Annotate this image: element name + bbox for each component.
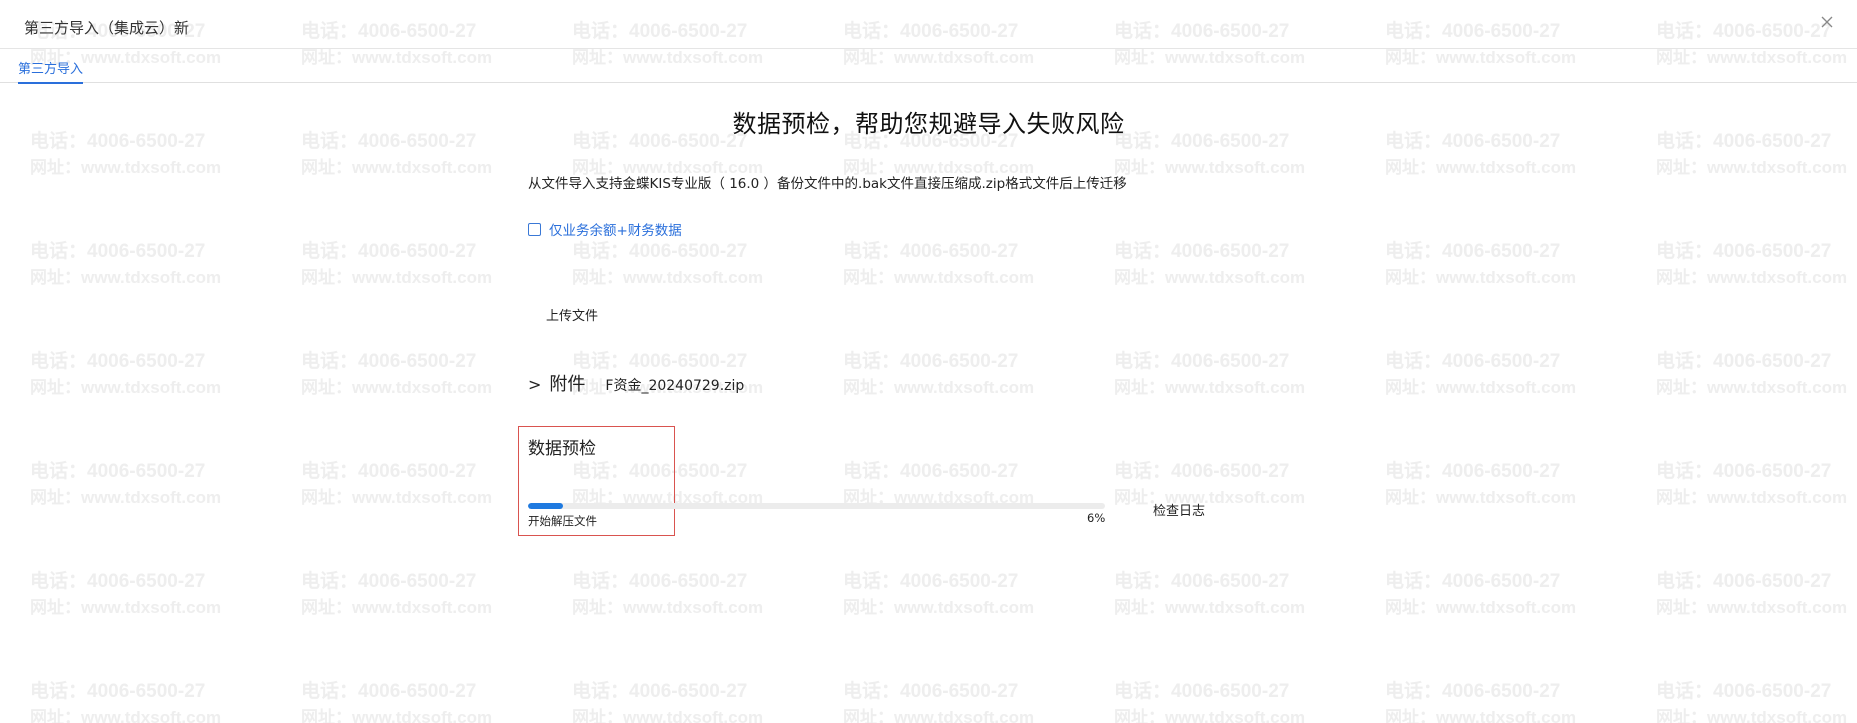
- import-description: 从文件导入支持金蝶KIS专业版（ 16.0 ）备份文件中的.bak文件直接压缩成…: [528, 176, 1127, 192]
- attachment-file-name[interactable]: F资金_20240729.zip: [605, 375, 744, 395]
- precheck-title: 数据预检: [528, 439, 596, 459]
- progress-percent: 6%: [1087, 511, 1106, 525]
- page-heading: 数据预检，帮助您规避导入失败风险: [732, 110, 1125, 138]
- main-content: 数据预检，帮助您规避导入失败风险 从文件导入支持金蝶KIS专业版（ 16.0 ）…: [0, 0, 1857, 723]
- chevron-right-icon[interactable]: >: [528, 375, 541, 394]
- upload-file-button[interactable]: 上传文件: [546, 305, 598, 324]
- checkbox-label[interactable]: 仅业务余额+财务数据: [549, 219, 682, 239]
- import-dialog: 电话：4006-6500-27 网址：www.tdxsoft.com 电话：4006…: [0, 0, 1857, 723]
- attachment-label: 附件: [549, 374, 586, 395]
- balance-finance-checkbox-row[interactable]: 仅业务余额+财务数据: [528, 219, 682, 239]
- precheck-progress-bar: [528, 503, 1105, 509]
- progress-status-text: 开始解压文件: [528, 514, 597, 528]
- precheck-progress-fill: [528, 503, 563, 509]
- attachment-row: > 附件 F资金_20240729.zip: [528, 370, 744, 396]
- check-log-link[interactable]: 检查日志: [1153, 500, 1205, 519]
- balance-finance-checkbox[interactable]: [528, 222, 541, 236]
